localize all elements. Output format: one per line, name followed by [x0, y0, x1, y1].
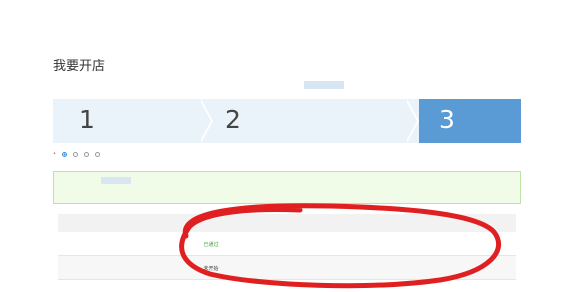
step-divider — [405, 99, 417, 143]
user-type-row: • — [53, 151, 103, 157]
step-divider — [199, 99, 211, 143]
account-redaction — [101, 177, 131, 184]
step-3: 3 — [419, 99, 521, 143]
radio-option-1[interactable] — [61, 151, 67, 157]
radio-option-4[interactable] — [94, 151, 100, 157]
notice-redaction — [304, 81, 344, 89]
row-2-status: 未开始 — [203, 266, 219, 272]
step-2: 2 — [213, 99, 413, 143]
radio-option-2[interactable] — [72, 151, 78, 157]
row-1-status: 已通过 — [203, 242, 219, 248]
table-row: 已通过 — [58, 232, 516, 256]
step-2-number: 2 — [225, 105, 241, 134]
page-title: 我要开店 — [53, 59, 106, 74]
steps-bar: 1 2 3 — [53, 99, 521, 143]
radio-option-3[interactable] — [83, 151, 89, 157]
step-3-number: 3 — [439, 105, 455, 134]
required-mark: • — [53, 151, 56, 157]
table-header — [58, 214, 516, 232]
step-1-number: 1 — [79, 105, 95, 134]
step-1: 1 — [53, 99, 213, 143]
table-row: 未开始 — [58, 256, 516, 280]
binding-alert — [53, 171, 521, 204]
